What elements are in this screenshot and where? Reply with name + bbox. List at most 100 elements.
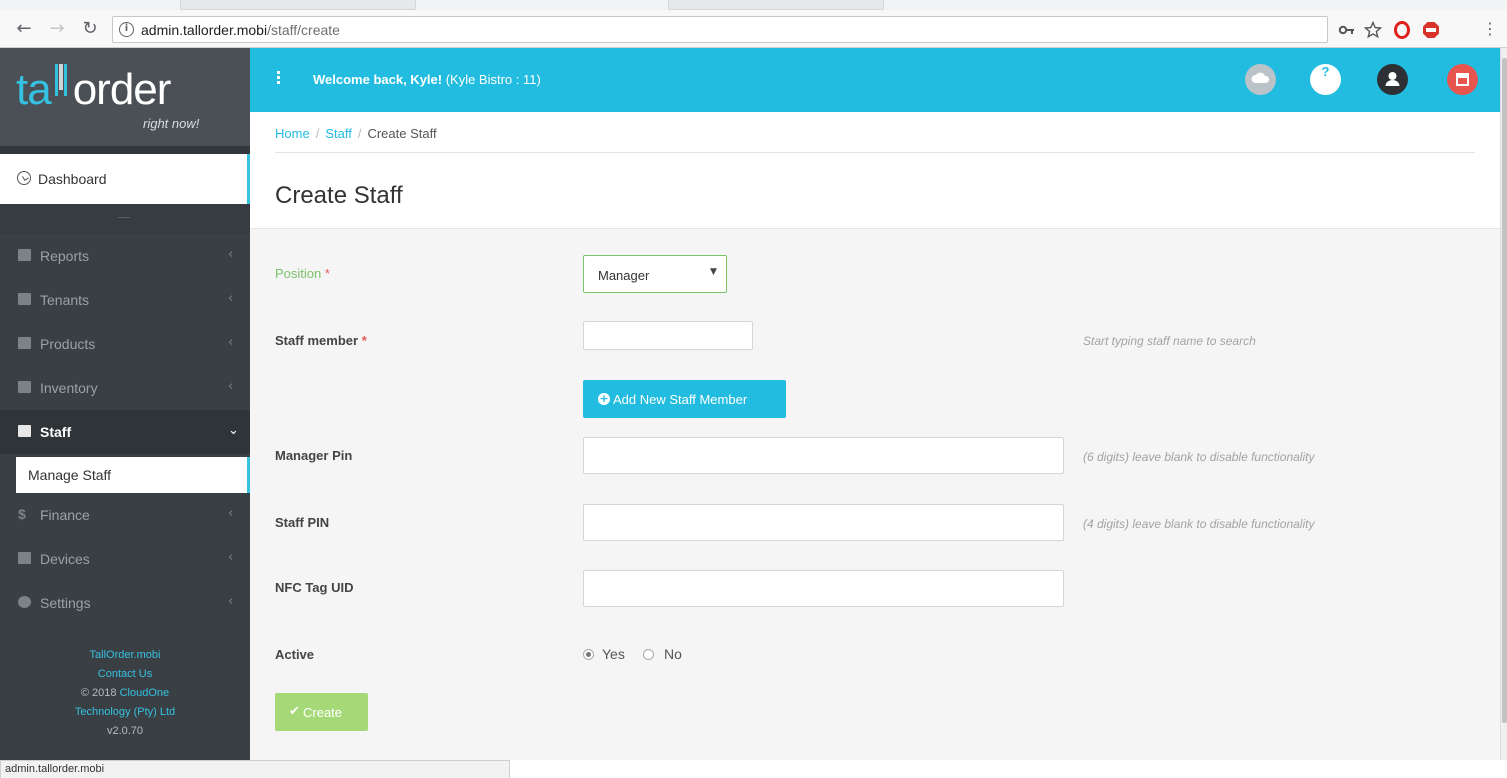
position-select[interactable]: Manager ▼ — [583, 255, 727, 293]
version-text: v2.0.70 — [106, 725, 144, 737]
staff-pin-input[interactable] — [583, 504, 1064, 541]
page-bottom — [510, 760, 1507, 778]
logo[interactable]: ta order right now! — [0, 48, 250, 150]
active-yes-radio[interactable] — [583, 649, 594, 660]
browser-toolbar: ← → ↻ i admin.tallorder.mobi/staff/creat… — [0, 10, 1507, 48]
manager-pin-input[interactable] — [583, 437, 1064, 474]
sidebar-item-dashboard[interactable]: Dashboard — [0, 154, 250, 204]
staff-icon — [18, 425, 31, 437]
sidebar-item-label: Settings — [40, 595, 91, 611]
caret-down-icon: ▼ — [710, 267, 717, 277]
check-icon: ✔ — [289, 704, 300, 719]
add-staff-member-label: Add New Staff Member — [613, 392, 748, 407]
site-link[interactable]: TallOrder.mobi — [0, 646, 250, 665]
sidebar-item-label: Tenants — [40, 292, 90, 308]
sidebar-item-label: Finance — [40, 507, 90, 523]
help-icon[interactable]: ? — [1310, 64, 1341, 95]
browser-tabstrip — [0, 0, 1507, 10]
staff-pin-label: Staff PIN — [275, 515, 330, 530]
opera-icon[interactable] — [1393, 21, 1411, 39]
user-icon[interactable] — [1377, 64, 1408, 95]
sidebar-separator — [0, 204, 250, 234]
logo-divider — [0, 146, 250, 154]
tenants-icon — [18, 293, 31, 305]
page-title: Create Staff — [275, 182, 403, 209]
reload-icon[interactable]: ↻ — [80, 19, 100, 39]
sidebar-item-label: Dashboard — [38, 171, 107, 187]
staff-pin-help: (4 digits) leave blank to disable functi… — [1083, 517, 1315, 531]
chevron-left-icon: ‹ — [228, 550, 234, 565]
breadcrumb-separator: / — [315, 126, 320, 141]
manager-pin-label: Manager Pin — [275, 448, 353, 463]
sidebar-item-products[interactable]: Products ‹ — [0, 322, 250, 366]
create-button[interactable]: ✔ Create — [275, 693, 368, 731]
forward-icon[interactable]: → — [47, 19, 67, 39]
star-icon[interactable] — [1364, 21, 1382, 39]
company-name[interactable]: Technology (Pty) Ltd — [0, 703, 250, 722]
cloud-icon[interactable] — [1245, 64, 1276, 95]
store-icon[interactable] — [1447, 64, 1478, 95]
adblock-icon[interactable] — [1422, 21, 1440, 39]
sidebar-subitem-manage-staff[interactable]: Manage Staff — [16, 457, 250, 493]
sidebar-item-reports[interactable]: Reports ‹ — [0, 234, 250, 278]
sidebar-item-finance[interactable]: $ Finance ‹ — [0, 493, 250, 537]
divider — [275, 152, 1475, 153]
chevron-down-icon: ⌄ — [228, 423, 239, 438]
sidebar-item-label: Reports — [40, 248, 90, 264]
top-bar: Welcome back, Kyle! (Kyle Bistro : 11) ? — [250, 48, 1500, 112]
sidebar-item-label: Staff — [40, 424, 72, 440]
scrollbar-thumb[interactable] — [1502, 58, 1507, 723]
breadcrumb-current: Create Staff — [367, 126, 437, 141]
sidebar-item-inventory[interactable]: Inventory ‹ — [0, 366, 250, 410]
breadcrumb-separator: / — [357, 126, 362, 141]
nfc-tag-input[interactable] — [583, 570, 1064, 607]
logo-tagline: right now! — [143, 116, 200, 131]
settings-icon — [18, 596, 31, 608]
contact-link[interactable]: Contact Us — [0, 665, 250, 684]
browser-tab[interactable] — [668, 0, 884, 10]
finance-icon: $ — [18, 506, 26, 522]
info-icon[interactable]: i — [119, 22, 134, 37]
manager-pin-help: (6 digits) leave blank to disable functi… — [1083, 450, 1315, 464]
sidebar-item-settings[interactable]: Settings ‹ — [0, 581, 250, 625]
chevron-left-icon: ‹ — [228, 506, 234, 521]
sidebar-item-tenants[interactable]: Tenants ‹ — [0, 278, 250, 322]
staff-member-input[interactable] — [583, 321, 753, 350]
dashboard-icon — [17, 171, 31, 185]
products-icon — [18, 337, 31, 349]
chevron-left-icon: ‹ — [228, 379, 234, 394]
kebab-icon[interactable]: ⋮ — [1480, 19, 1500, 39]
browser-tab[interactable] — [180, 0, 416, 10]
active-no-label[interactable]: No — [664, 646, 682, 662]
menu-toggle-icon[interactable] — [277, 71, 281, 85]
welcome-message: Welcome back, Kyle! (Kyle Bistro : 11) — [313, 72, 541, 87]
address-bar[interactable]: i admin.tallorder.mobi/staff/create — [112, 16, 1328, 43]
back-icon[interactable]: ← — [14, 19, 34, 39]
inventory-icon — [18, 381, 31, 393]
nfc-tag-label: NFC Tag UID — [275, 580, 354, 595]
sidebar-subitem-label: Manage Staff — [28, 467, 112, 483]
chevron-left-icon: ‹ — [228, 291, 234, 306]
plus-circle-icon: + — [598, 392, 610, 405]
active-yes-label[interactable]: Yes — [602, 646, 625, 662]
active-label: Active — [275, 647, 315, 662]
sidebar-item-staff[interactable]: Staff ⌄ — [0, 410, 250, 454]
content-header: Home / Staff / Create Staff Create Staff — [250, 112, 1500, 229]
key-icon[interactable] — [1338, 21, 1356, 39]
breadcrumb-staff[interactable]: Staff — [325, 126, 352, 141]
breadcrumb-home[interactable]: Home — [275, 126, 310, 141]
add-staff-member-button[interactable]: + Add New Staff Member — [583, 380, 786, 418]
sidebar-item-devices[interactable]: Devices ‹ — [0, 537, 250, 581]
sidebar-item-label: Products — [40, 336, 96, 352]
chevron-left-icon: ‹ — [228, 335, 234, 350]
active-no-radio[interactable] — [643, 649, 654, 660]
position-label: Position * — [275, 266, 330, 281]
status-bar-url: admin.tallorder.mobi — [0, 760, 510, 778]
staff-member-label: Staff member * — [275, 333, 367, 348]
company-link[interactable]: CloudOne — [120, 687, 170, 699]
page-scrollbar[interactable] — [1500, 48, 1507, 760]
reports-icon — [18, 249, 31, 261]
sidebar-footer: TallOrder.mobi Contact Us © 2018 CloudOn… — [0, 646, 250, 741]
copyright-text: © 2018 — [80, 687, 117, 699]
address-url[interactable]: admin.tallorder.mobi/staff/create — [141, 22, 340, 38]
